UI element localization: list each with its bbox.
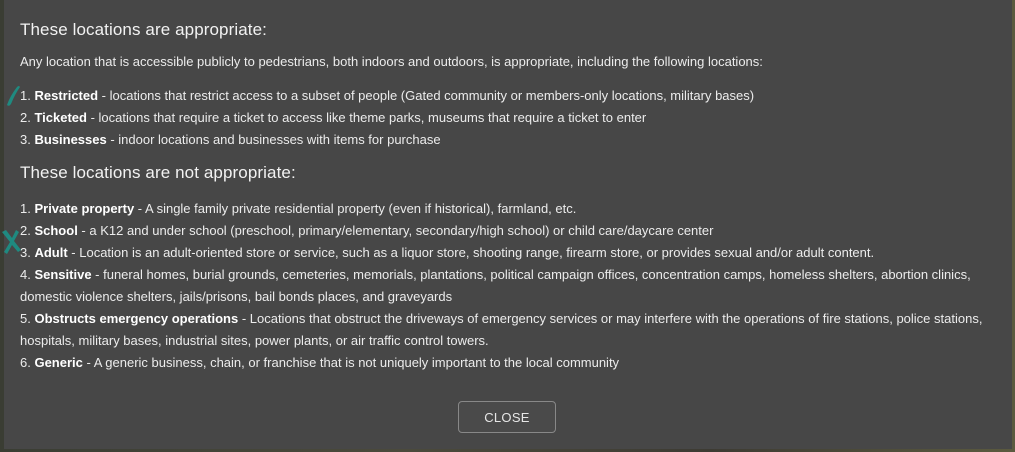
locations-guidelines-dialog: These locations are appropriate: Any loc… — [4, 0, 1012, 449]
list-item: 4. Sensitive - funeral homes, burial gro… — [20, 267, 971, 304]
close-button[interactable]: CLOSE — [458, 401, 556, 433]
x-mark-icon — [2, 230, 21, 254]
check-mark-icon — [7, 86, 20, 106]
list-item: 3. Businesses - indoor locations and bus… — [20, 132, 441, 147]
not-appropriate-list: 1. Private property - A single family pr… — [20, 198, 996, 374]
list-item: 1. Private property - A single family pr… — [20, 201, 577, 216]
list-item: 2. School - a K12 and under school (pres… — [20, 223, 714, 238]
list-item: 5. Obstructs emergency operations - Loca… — [20, 311, 983, 348]
list-item: 3. Adult - Location is an adult-oriented… — [20, 245, 875, 260]
list-item: 2. Ticketed - locations that require a t… — [20, 110, 647, 125]
not-appropriate-section-title: These locations are not appropriate: — [20, 163, 296, 182]
appropriate-section-title: These locations are appropriate: — [20, 20, 268, 39]
appropriate-list: 1. Restricted - locations that restrict … — [20, 85, 996, 151]
appropriate-intro-text: Any location that is accessible publicly… — [20, 54, 763, 69]
list-item: 1. Restricted - locations that restrict … — [20, 88, 755, 103]
list-item: 6. Generic - A generic business, chain, … — [20, 355, 620, 370]
